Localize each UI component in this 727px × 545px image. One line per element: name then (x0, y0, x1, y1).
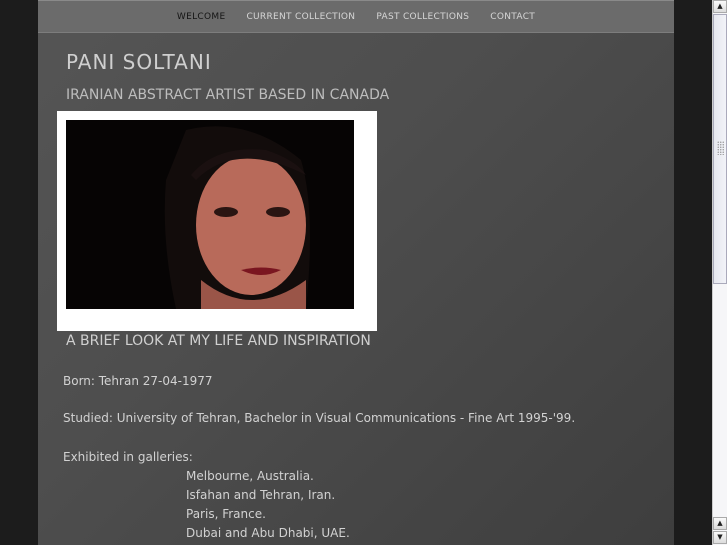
site-title: PANI SOLTANI (66, 50, 212, 74)
bio-studied: Studied: University of Tehran, Bachelor … (63, 411, 576, 425)
nav-contact[interactable]: CONTACT (490, 12, 535, 22)
bio-born: Born: Tehran 27-04-1977 (63, 374, 213, 388)
gallery-item: Melbourne, Australia. (186, 469, 314, 483)
grip-icon (717, 141, 724, 155)
scroll-up-arrow-icon[interactable]: ▲ (713, 517, 727, 530)
nav-welcome[interactable]: WELCOME (177, 12, 226, 22)
scroll-up-arrow-icon[interactable]: ▲ (713, 0, 727, 13)
gallery-item: Isfahan and Tehran, Iran. (186, 488, 336, 502)
nav-past-collections[interactable]: PAST COLLECTIONS (376, 12, 469, 22)
site-subtitle: IRANIAN ABSTRACT ARTIST BASED IN CANADA (66, 87, 390, 103)
top-nav: WELCOME CURRENT COLLECTION PAST COLLECTI… (38, 0, 674, 33)
scroll-down-arrow-icon[interactable]: ▼ (713, 531, 727, 544)
nav-current-collection[interactable]: CURRENT COLLECTION (246, 12, 355, 22)
portrait-frame (57, 111, 377, 331)
gallery-item: Paris, France. (186, 507, 266, 521)
gallery-item: Dubai and Abu Dhabi, UAE. (186, 526, 350, 540)
page-content: WELCOME CURRENT COLLECTION PAST COLLECTI… (38, 0, 674, 545)
scrollbar-thumb[interactable] (713, 14, 727, 284)
portrait-photo (66, 120, 354, 309)
section-heading: A BRIEF LOOK AT MY LIFE AND INSPIRATION (66, 333, 371, 349)
bio-exhibited-label: Exhibited in galleries: (63, 450, 193, 464)
vertical-scrollbar[interactable]: ▲ ▲ ▼ (712, 0, 727, 545)
